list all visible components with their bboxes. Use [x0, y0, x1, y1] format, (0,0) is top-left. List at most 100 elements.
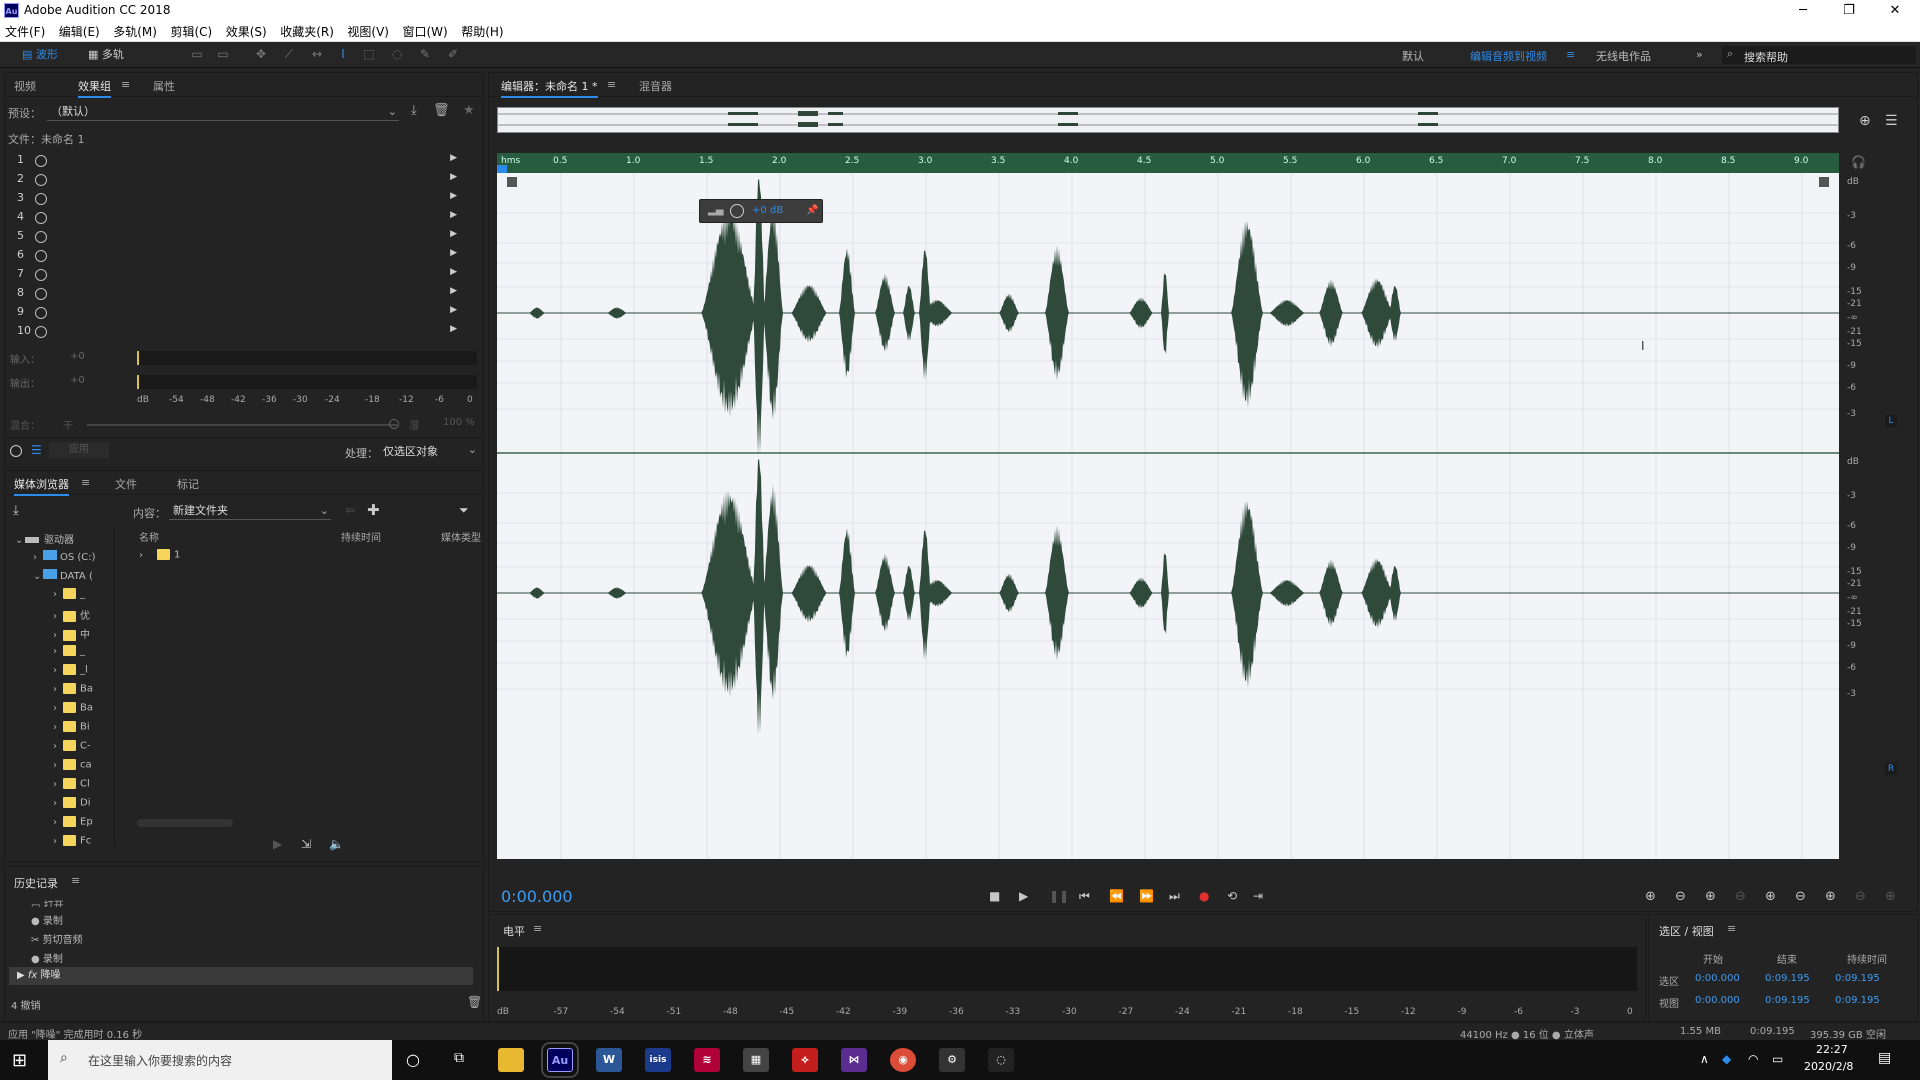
rack-slot[interactable]: 1 ▶	[17, 153, 457, 172]
clock-time[interactable]: 22:27	[1816, 1043, 1848, 1056]
close-button[interactable]: ✕	[1872, 0, 1918, 22]
rack-slot[interactable]: 7 ▶	[17, 267, 457, 286]
hud-gain-value[interactable]: +0 dB	[752, 205, 783, 216]
autoplay-volume-icon[interactable]: 🔈	[329, 837, 344, 851]
spectral-display-icon[interactable]: ▭	[190, 47, 204, 61]
chevron-right-icon[interactable]: ▶	[450, 210, 457, 220]
content-dropdown[interactable]: 新建文件夹 ⌄	[169, 503, 331, 520]
power-icon[interactable]	[35, 231, 47, 243]
power-icon[interactable]	[35, 307, 47, 319]
chrome-icon[interactable]: ◉	[890, 1048, 916, 1072]
tray-app-icon[interactable]: ◆	[1722, 1052, 1731, 1066]
skip-selection-icon[interactable]: ⇥	[1253, 889, 1263, 903]
menu-view[interactable]: 视图(V)	[342, 22, 394, 42]
power-icon[interactable]	[35, 250, 47, 262]
rewind-icon[interactable]: ⏪	[1109, 889, 1124, 903]
preset-dropdown[interactable]: （默认） ⌄	[47, 103, 399, 121]
add-shortcut-icon[interactable]: ✚	[367, 501, 380, 519]
zoom-in-amplitude-icon[interactable]: ⊕	[1645, 889, 1656, 904]
loop-playback-icon[interactable]: ⟲	[1227, 889, 1237, 903]
selection-duration[interactable]: 0:09.195	[1835, 973, 1880, 984]
menu-multitrack[interactable]: 多轨(M)	[108, 22, 162, 42]
column-name[interactable]: 名称	[139, 529, 159, 544]
column-duration[interactable]: 持续时间	[341, 529, 381, 544]
back-arrow-icon[interactable]: ⇦	[345, 503, 355, 517]
fast-forward-icon[interactable]: ⏩	[1139, 889, 1154, 903]
channel-layout-icon[interactable]: ☰	[1885, 113, 1898, 129]
menu-edit[interactable]: 编辑(E)	[54, 22, 105, 42]
power-icon[interactable]	[35, 212, 47, 224]
tree-folder[interactable]: › Bi	[53, 721, 90, 738]
task-view-icon[interactable]: ⧉	[454, 1050, 464, 1066]
zoom-lock-icon[interactable]: ⊕	[1859, 113, 1871, 129]
save-preset-icon[interactable]: ⤓	[411, 103, 417, 118]
history-item-selected[interactable]: ▶ fx 降噪	[9, 967, 473, 985]
time-ruler[interactable]: hms 0.5 1.0 1.5 2.0 2.5 3.0 3.5 4.0 4.5 5.0 5.5 6.0…	[497, 153, 1839, 173]
history-item[interactable]: ✂ 剪切音频	[31, 931, 83, 946]
menu-window[interactable]: 窗口(W)	[397, 22, 452, 42]
tree-folder[interactable]: › 优	[53, 607, 90, 624]
tab-editor[interactable]: 编辑器：未命名 1 *	[501, 78, 598, 98]
zoom-selection-icon[interactable]: ⊖	[1855, 889, 1866, 904]
view-end[interactable]: 0:09.195	[1765, 995, 1810, 1006]
power-icon[interactable]	[35, 193, 47, 205]
lasso-tool-icon[interactable]: ◌	[390, 47, 404, 61]
tree-drive[interactable]: › OS (C:)	[33, 550, 96, 567]
clock-date[interactable]: 2020/2/8	[1804, 1060, 1853, 1073]
tab-markers[interactable]: 标记	[177, 476, 199, 492]
pitch-display-icon[interactable]: ▭	[216, 47, 230, 61]
fade-out-handle-icon[interactable]	[1819, 177, 1829, 187]
selection-view-menu-icon[interactable]: ≡	[1727, 922, 1736, 935]
pin-icon[interactable]: 📌	[806, 205, 818, 216]
mix-slider-handle[interactable]	[389, 419, 399, 429]
workspace-edit-audio-to-video[interactable]: 编辑音频到视频	[1470, 48, 1547, 64]
menu-file[interactable]: 文件(F)	[0, 22, 50, 42]
chevron-right-icon[interactable]: ▶	[450, 324, 457, 334]
tree-folder[interactable]: › Cl	[53, 778, 90, 795]
rack-slot[interactable]: 5 ▶	[17, 229, 457, 248]
play-preview-icon[interactable]: ▶	[273, 837, 282, 851]
delete-preset-icon[interactable]: 🗑	[433, 103, 450, 118]
tree-folder[interactable]: › 中	[53, 626, 90, 643]
tree-folder[interactable]: › _l	[53, 664, 88, 681]
gain-knob[interactable]	[730, 204, 744, 218]
levels-menu-icon[interactable]: ≡	[533, 922, 542, 935]
zoom-full-icon[interactable]: ⊕	[1765, 889, 1776, 904]
view-start[interactable]: 0:00.000	[1695, 995, 1740, 1006]
chevron-right-icon[interactable]: ▶	[450, 267, 457, 277]
tab-video[interactable]: 视频	[14, 78, 36, 94]
tree-folder[interactable]: › _	[53, 645, 85, 662]
file-list-item[interactable]: › 1	[139, 549, 180, 566]
workspace-radio[interactable]: 无线电作品	[1596, 48, 1651, 64]
tree-folder[interactable]: › Di	[53, 797, 90, 814]
skip-to-end-icon[interactable]: ⏭	[1169, 889, 1180, 904]
column-media-type[interactable]: 媒体类型	[441, 529, 481, 544]
zoom-out-amplitude-icon[interactable]: ⊖	[1675, 889, 1686, 904]
time-selection-tool-icon[interactable]: I	[336, 47, 350, 61]
wifi-icon[interactable]: ◠	[1748, 1052, 1758, 1066]
stop-icon[interactable]: ■	[989, 889, 1000, 903]
help-search-box[interactable]: ⌕ 搜索帮助	[1722, 46, 1916, 64]
marquee-tool-icon[interactable]: ⬚	[362, 47, 376, 61]
multitrack-view-button[interactable]: ▦ 多轨	[88, 46, 124, 64]
app-circle-icon[interactable]: ◌	[988, 1048, 1014, 1072]
tree-folder[interactable]: › C-	[53, 740, 91, 757]
skip-to-start-icon[interactable]: ⏮	[1079, 889, 1090, 904]
tree-root[interactable]: ⌄ 驱动器	[15, 531, 74, 548]
list-view-icon[interactable]: ☰	[31, 443, 42, 457]
razor-tool-icon[interactable]: ⟋	[282, 47, 296, 61]
chevron-right-icon[interactable]: ▶	[450, 305, 457, 315]
editor-menu-icon[interactable]: ≡	[607, 78, 616, 91]
current-time-display[interactable]: 0:00.000	[501, 887, 573, 906]
zoom-in-time-icon[interactable]: ⊕	[1705, 889, 1716, 904]
input-gain-value[interactable]: +0	[70, 351, 85, 362]
power-icon[interactable]	[35, 326, 47, 338]
zoom-out-time-icon[interactable]: ⊖	[1735, 889, 1746, 904]
power-icon[interactable]	[35, 288, 47, 300]
process-dropdown[interactable]: 仅选区对象 ⌄	[383, 443, 477, 459]
windows-start-icon[interactable]: ⊞	[12, 1050, 27, 1071]
channel-right-toggle[interactable]: R	[1885, 763, 1897, 775]
taskbar-search-box[interactable]: ⌕ 在这里输入你要搜索的内容	[48, 1040, 392, 1080]
tree-folder[interactable]: › ca	[53, 759, 92, 776]
rack-slot[interactable]: 8 ▶	[17, 286, 457, 305]
